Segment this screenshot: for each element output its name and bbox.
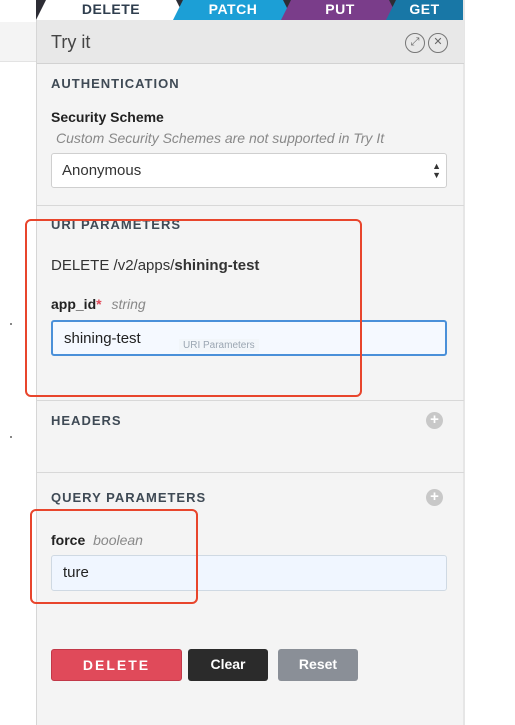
add-query-parameter-icon[interactable]: + xyxy=(426,489,443,506)
authentication-heading: AUTHENTICATION xyxy=(51,76,180,91)
background-marker xyxy=(10,436,12,438)
scroll-track xyxy=(463,0,465,725)
uri-parameters-highlight xyxy=(25,219,362,397)
right-gutter xyxy=(463,0,515,725)
select-arrows-icon: ▲ ▼ xyxy=(432,161,441,180)
headers-heading: HEADERS xyxy=(51,413,122,428)
panel-title: Try it xyxy=(51,32,91,52)
add-header-icon[interactable]: + xyxy=(426,412,443,429)
security-scheme-value: Anonymous xyxy=(62,162,142,179)
tab-get[interactable]: GET xyxy=(386,0,463,20)
method-tabs: DELETE PATCH PUT GET xyxy=(36,0,463,20)
delete-button[interactable]: DELETE xyxy=(51,649,182,681)
panel-header: Try it ⤢ ✕ xyxy=(37,20,464,64)
expand-icon[interactable]: ⤢ xyxy=(405,33,425,53)
background-topbar xyxy=(0,22,36,62)
clear-button[interactable]: Clear xyxy=(188,649,268,681)
close-icon[interactable]: ✕ xyxy=(428,33,448,53)
divider xyxy=(37,400,464,401)
query-parameters-heading: QUERY PARAMETERS xyxy=(51,490,207,505)
force-parameter-highlight xyxy=(30,509,198,604)
security-scheme-label: Security Scheme xyxy=(51,109,164,125)
tab-patch[interactable]: PATCH xyxy=(173,0,293,20)
security-scheme-note: Custom Security Schemes are not supporte… xyxy=(56,130,385,146)
reset-button[interactable]: Reset xyxy=(278,649,358,681)
tab-delete[interactable]: DELETE xyxy=(36,0,186,20)
divider xyxy=(37,472,464,473)
divider xyxy=(37,205,464,206)
tab-put[interactable]: PUT xyxy=(281,0,399,20)
security-scheme-select[interactable]: Anonymous ▲ ▼ xyxy=(51,153,447,188)
background-marker xyxy=(10,323,12,325)
